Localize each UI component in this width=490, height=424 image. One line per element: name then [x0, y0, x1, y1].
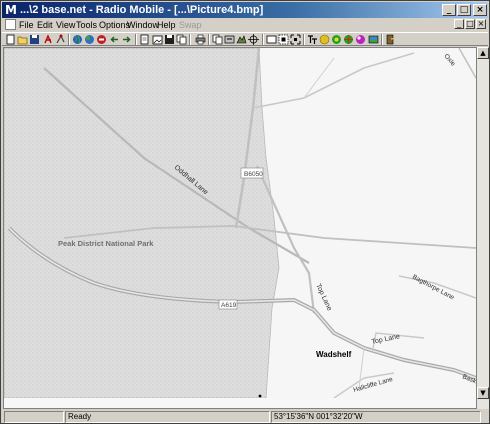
copy-picture-icon[interactable] — [176, 34, 187, 45]
map-marker — [258, 394, 262, 398]
scroll-up-button[interactable]: ▲ — [477, 47, 489, 59]
map-canvas[interactable]: Oddhall Lane B6050 Peak District Nationa… — [4, 48, 476, 398]
mdi-minimize-button[interactable]: _ — [454, 19, 464, 29]
menu-file[interactable]: File — [19, 19, 34, 31]
menu-view[interactable]: View — [56, 19, 75, 31]
mdi-close-button[interactable]: × — [476, 19, 486, 29]
window-title: ...\2 base.net - Radio Mobile - [...\Pic… — [20, 4, 264, 16]
label-wadshelf: Wadshelf — [316, 350, 352, 359]
polar-icon[interactable] — [343, 34, 354, 45]
toolbar-separator — [68, 34, 70, 45]
status-coordinates: 53°15'36"N 001°32'20"W — [271, 411, 481, 423]
stop-icon[interactable] — [96, 34, 107, 45]
copy-icon[interactable] — [212, 34, 223, 45]
open-icon[interactable] — [17, 34, 28, 45]
close-button[interactable]: × — [473, 4, 487, 16]
toolbar-separator — [135, 34, 137, 45]
merge-icon[interactable] — [224, 34, 235, 45]
status-message: Ready — [65, 411, 270, 423]
menu-options[interactable]: Options — [99, 19, 130, 31]
app-window: M ...\2 base.net - Radio Mobile - [...\P… — [0, 0, 490, 424]
page-icon[interactable] — [139, 34, 150, 45]
badge-a619-text: A619 — [221, 302, 237, 309]
menu-bar: File Edit View Tools Options Window Help… — [2, 19, 488, 31]
menu-swap: Swap — [179, 20, 202, 30]
link-icon[interactable] — [55, 34, 66, 45]
toolbar-separator — [262, 34, 264, 45]
toolbar-separator — [189, 34, 191, 45]
toolbar — [2, 32, 488, 46]
menu-help[interactable]: Help — [157, 19, 176, 31]
toolbar-separator — [208, 34, 210, 45]
status-panel-blank — [4, 411, 64, 423]
badge-b6050: B6050 — [240, 167, 264, 179]
scroll-down-button[interactable]: ▼ — [477, 387, 489, 399]
world-icon[interactable] — [84, 34, 95, 45]
title-bar[interactable]: M ...\2 base.net - Radio Mobile - [...\P… — [2, 2, 488, 18]
map-color-icon[interactable] — [319, 34, 330, 45]
print-icon[interactable] — [195, 34, 206, 45]
mdi-restore-button[interactable]: □ — [465, 19, 475, 29]
back-icon[interactable] — [109, 34, 120, 45]
menu-tools[interactable]: Tools — [76, 19, 97, 31]
radio-mobile-app-icon[interactable]: M — [5, 3, 17, 17]
label-peak-district: Peak District National Park — [58, 239, 154, 248]
open-picture-icon[interactable] — [152, 34, 163, 45]
toolbar-separator — [303, 34, 305, 45]
vertical-scrollbar[interactable]: ▲ ▼ — [477, 47, 489, 409]
frame-icon[interactable] — [266, 34, 277, 45]
coverage-icon[interactable] — [331, 34, 342, 45]
new-icon[interactable] — [5, 34, 16, 45]
document-system-icon[interactable] — [5, 19, 16, 30]
menu-window[interactable]: Window — [127, 19, 159, 31]
toolbar-separator — [381, 34, 383, 45]
badge-a619: A619 — [218, 299, 238, 310]
status-bar: Ready 53°15'36"N 001°32'20"W — [2, 410, 488, 424]
menu-edit[interactable]: Edit — [37, 19, 53, 31]
minimize-button[interactable]: _ — [442, 4, 456, 16]
save-picture-icon[interactable] — [164, 34, 175, 45]
text-icon[interactable] — [307, 34, 318, 45]
save-icon[interactable] — [29, 34, 40, 45]
forward-icon[interactable] — [121, 34, 132, 45]
globe-icon[interactable] — [72, 34, 83, 45]
exit-icon[interactable] — [385, 34, 396, 45]
elevation-grid-icon[interactable] — [236, 34, 247, 45]
fit-icon[interactable] — [290, 34, 301, 45]
map-view[interactable]: Oddhall Lane B6050 Peak District Nationa… — [3, 47, 477, 409]
zoom-icon[interactable] — [278, 34, 289, 45]
network-properties-icon[interactable] — [43, 34, 54, 45]
crosshair-icon[interactable] — [248, 34, 259, 45]
badge-b6050-text: B6050 — [244, 171, 263, 178]
style-icon[interactable] — [355, 34, 366, 45]
maximize-button[interactable]: □ — [457, 4, 471, 16]
image-icon[interactable] — [368, 34, 379, 45]
